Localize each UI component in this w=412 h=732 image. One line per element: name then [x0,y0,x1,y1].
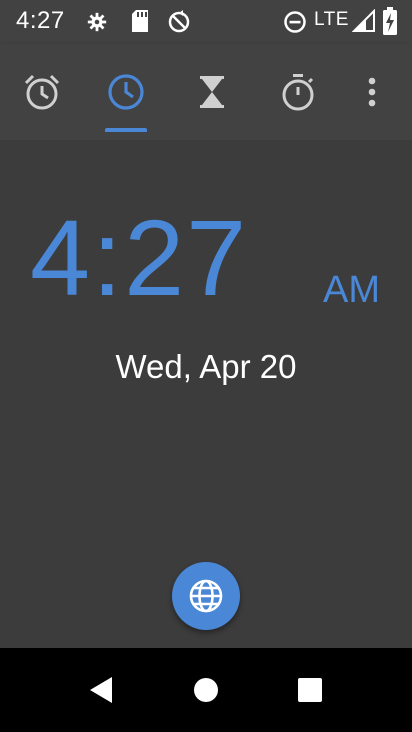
tab-timer[interactable] [190,70,234,114]
clock-panel: 4:27 AM Wed, Apr 20 [0,140,412,648]
battery-charging-icon [382,7,398,40]
clock-date: Wed, Apr 20 [115,348,297,385]
tab-bar [0,44,412,140]
clock-ampm: AM [323,269,380,311]
more-vert-icon [368,77,376,107]
tab-alarm[interactable] [20,70,64,114]
alarm-icon [24,74,60,110]
tab-clock[interactable] [104,70,148,114]
add-city-button[interactable] [172,562,240,630]
back-button[interactable] [84,672,120,708]
navigation-bar [0,648,412,732]
overflow-menu-button[interactable] [352,70,392,114]
home-icon [194,678,218,702]
clock-icon [108,74,144,110]
sync-disabled-icon [166,9,192,40]
home-button[interactable] [188,672,224,708]
selected-tab-indicator [105,128,147,132]
do-not-disturb-icon [283,10,307,39]
status-bar: 4:27 LTE [0,0,412,44]
digital-clock-time: 4:27 [30,197,249,318]
tab-stopwatch[interactable] [276,70,320,114]
status-time: 4:27 [16,7,65,34]
timer-icon [200,76,224,108]
back-icon [90,677,112,703]
network-type-label: LTE [314,9,349,30]
recents-icon [298,678,322,702]
signal-icon [351,8,376,38]
stopwatch-icon [282,74,314,111]
recents-button[interactable] [292,672,328,708]
globe-icon [189,579,223,613]
settings-gear-icon [86,11,108,38]
sd-card-icon [130,9,150,38]
